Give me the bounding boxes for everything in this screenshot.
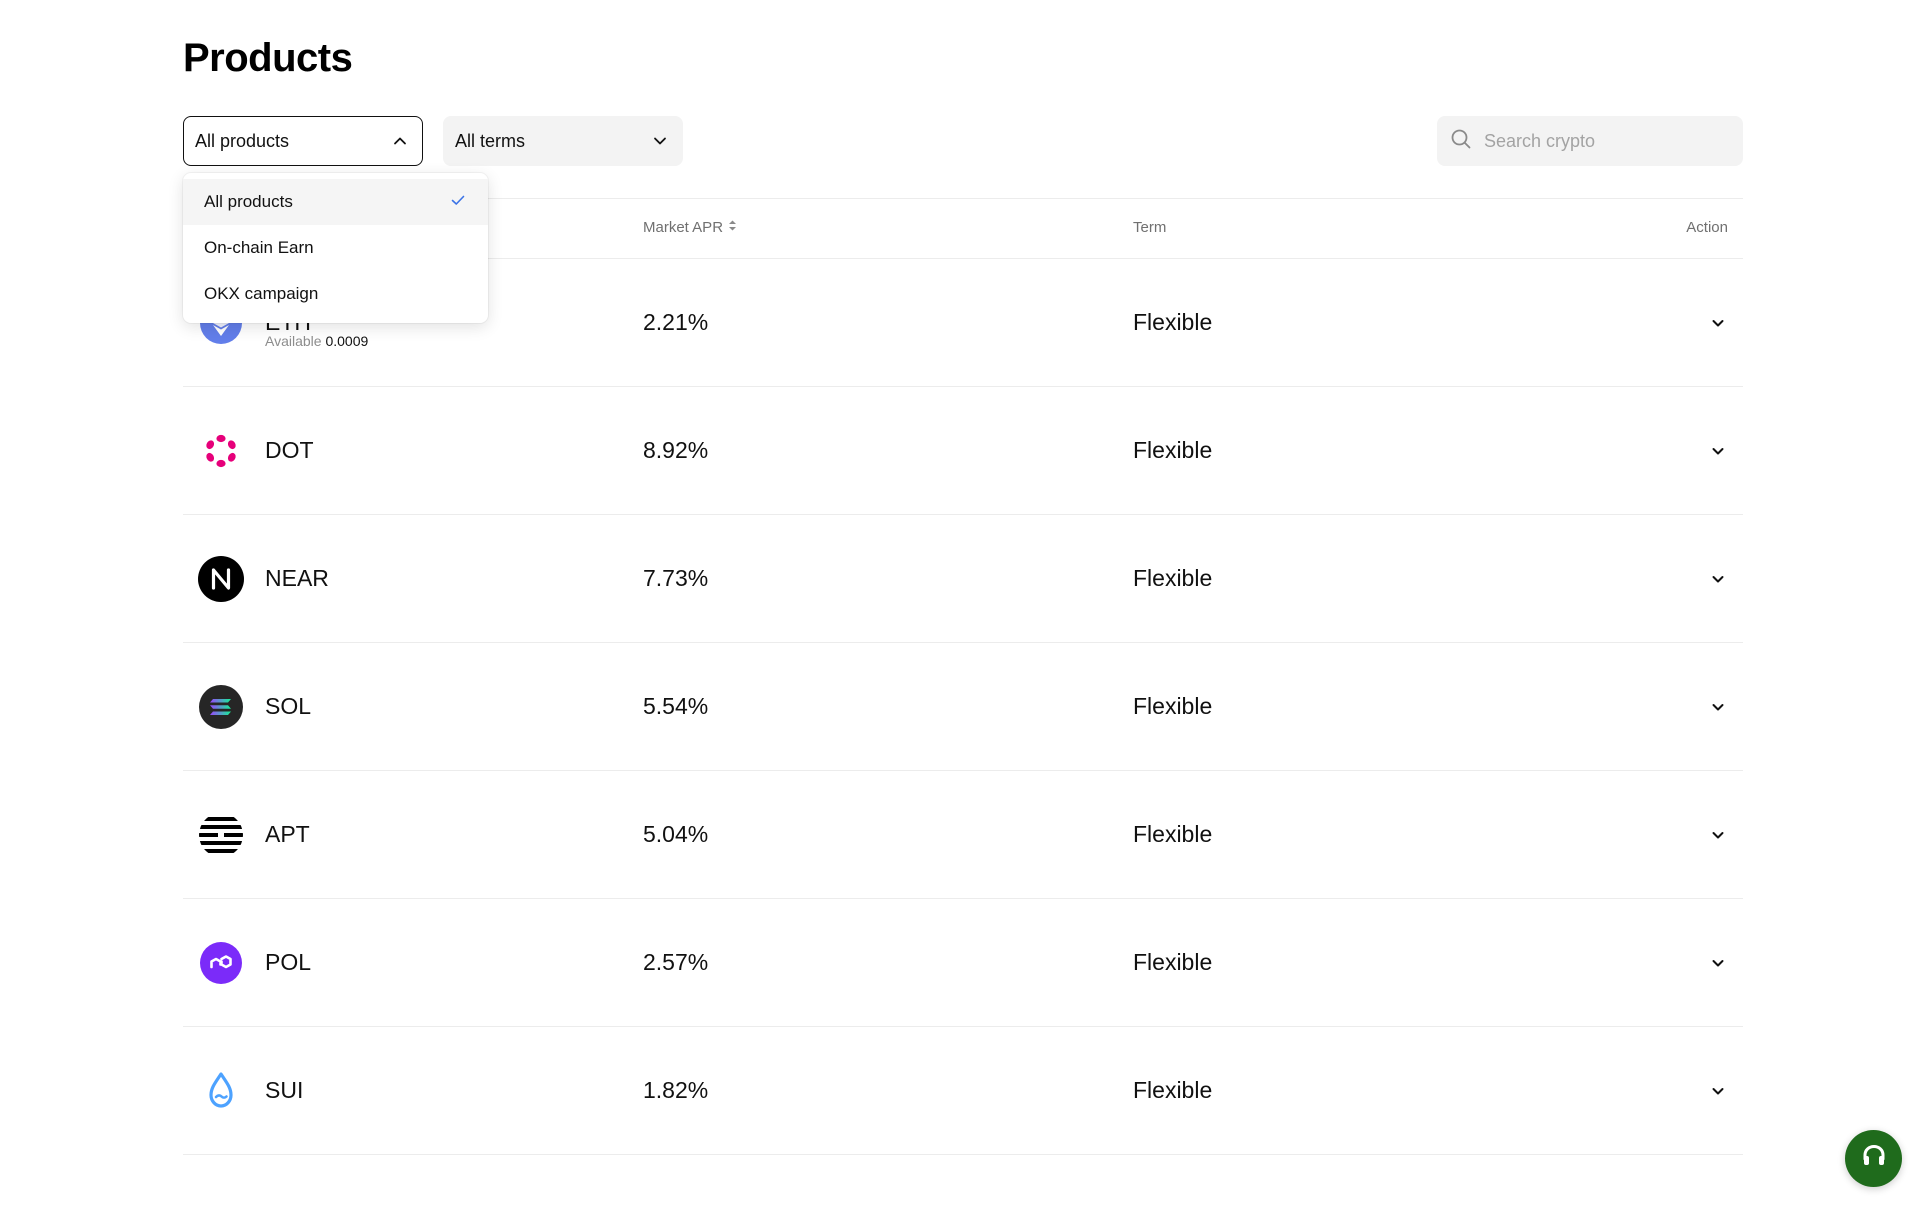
term-value: Flexible [1133,565,1213,591]
column-header-market-apr-label: Market APR [643,219,724,236]
expand-chevron-icon[interactable] [1708,441,1728,461]
coin-name: SUI [265,1077,304,1103]
expand-chevron-icon[interactable] [1708,697,1728,717]
table-row[interactable]: SOL 5.54% Flexible [183,643,1743,771]
coin-name: NEAR [265,565,329,591]
column-header-market-apr[interactable]: Market APR [643,219,737,236]
market-apr-value: 5.54% [643,693,709,719]
term-value: Flexible [1133,949,1213,975]
available-label: Available [265,333,322,349]
market-apr-value: 2.21% [643,309,709,335]
available-value: 0.0009 [325,333,369,349]
term-value: Flexible [1133,437,1213,463]
column-header-term: Term [1133,219,1167,236]
products-page: Products All products All terms Market A… [183,0,1743,1205]
sui-icon [198,1068,244,1114]
terms-filter-select[interactable]: All terms [443,116,683,166]
column-header-action: Action [1686,219,1728,236]
table-row[interactable]: APT 5.04% Flexible [183,771,1743,899]
expand-chevron-icon[interactable] [1708,1081,1728,1101]
table-row[interactable]: POL 2.57% Flexible [183,899,1743,1027]
market-apr-value: 1.82% [643,1077,709,1103]
products-dropdown-menu: All products On-chain Earn OKX campaign [183,173,488,323]
pol-icon [198,940,244,986]
sol-icon [198,684,244,730]
available-balance: Available 0.0009 [265,333,368,349]
headset-icon [1859,1141,1889,1176]
term-value: Flexible [1133,693,1213,719]
terms-filter-value: All terms [455,130,526,151]
dropdown-option-okx-campaign[interactable]: OKX campaign [183,271,488,317]
market-apr-value: 8.92% [643,437,709,463]
coin-name: POL [265,949,312,975]
coin-name: APT [265,821,310,847]
term-value: Flexible [1133,309,1213,335]
term-value: Flexible [1133,1077,1213,1103]
expand-chevron-icon[interactable] [1708,313,1728,333]
sort-icon [728,219,737,236]
search-input[interactable] [1482,129,1726,153]
checkmark-icon [450,192,466,213]
chevron-up-icon [392,133,408,149]
dot-icon [198,428,244,474]
expand-chevron-icon[interactable] [1708,953,1728,973]
table-row[interactable]: SUI 1.82% Flexible [183,1027,1743,1155]
dropdown-option-all-products[interactable]: All products [183,179,488,225]
market-apr-value: 5.04% [643,821,709,847]
near-icon [198,556,244,602]
search-box[interactable] [1437,116,1743,166]
market-apr-value: 7.73% [643,565,709,591]
expand-chevron-icon[interactable] [1708,569,1728,589]
dropdown-option-label: On-chain Earn [204,238,314,257]
table-row[interactable]: DOT 8.92% Flexible [183,387,1743,515]
dropdown-option-label: All products [204,192,293,211]
market-apr-value: 2.57% [643,949,709,975]
dropdown-option-label: OKX campaign [204,284,319,303]
products-filter-value: All products [195,130,290,151]
chevron-down-icon [652,133,668,149]
term-value: Flexible [1133,821,1213,847]
table-row[interactable]: NEAR 7.73% Flexible [183,515,1743,643]
products-filter-select[interactable]: All products [183,116,423,166]
expand-chevron-icon[interactable] [1708,825,1728,845]
coin-name: SOL [265,693,312,719]
dropdown-option-on-chain-earn[interactable]: On-chain Earn [183,225,488,271]
search-icon [1450,128,1472,155]
page-title: Products [183,36,353,80]
support-chat-button[interactable] [1845,1130,1902,1187]
apt-icon [198,812,244,858]
coin-name: DOT [265,437,314,463]
